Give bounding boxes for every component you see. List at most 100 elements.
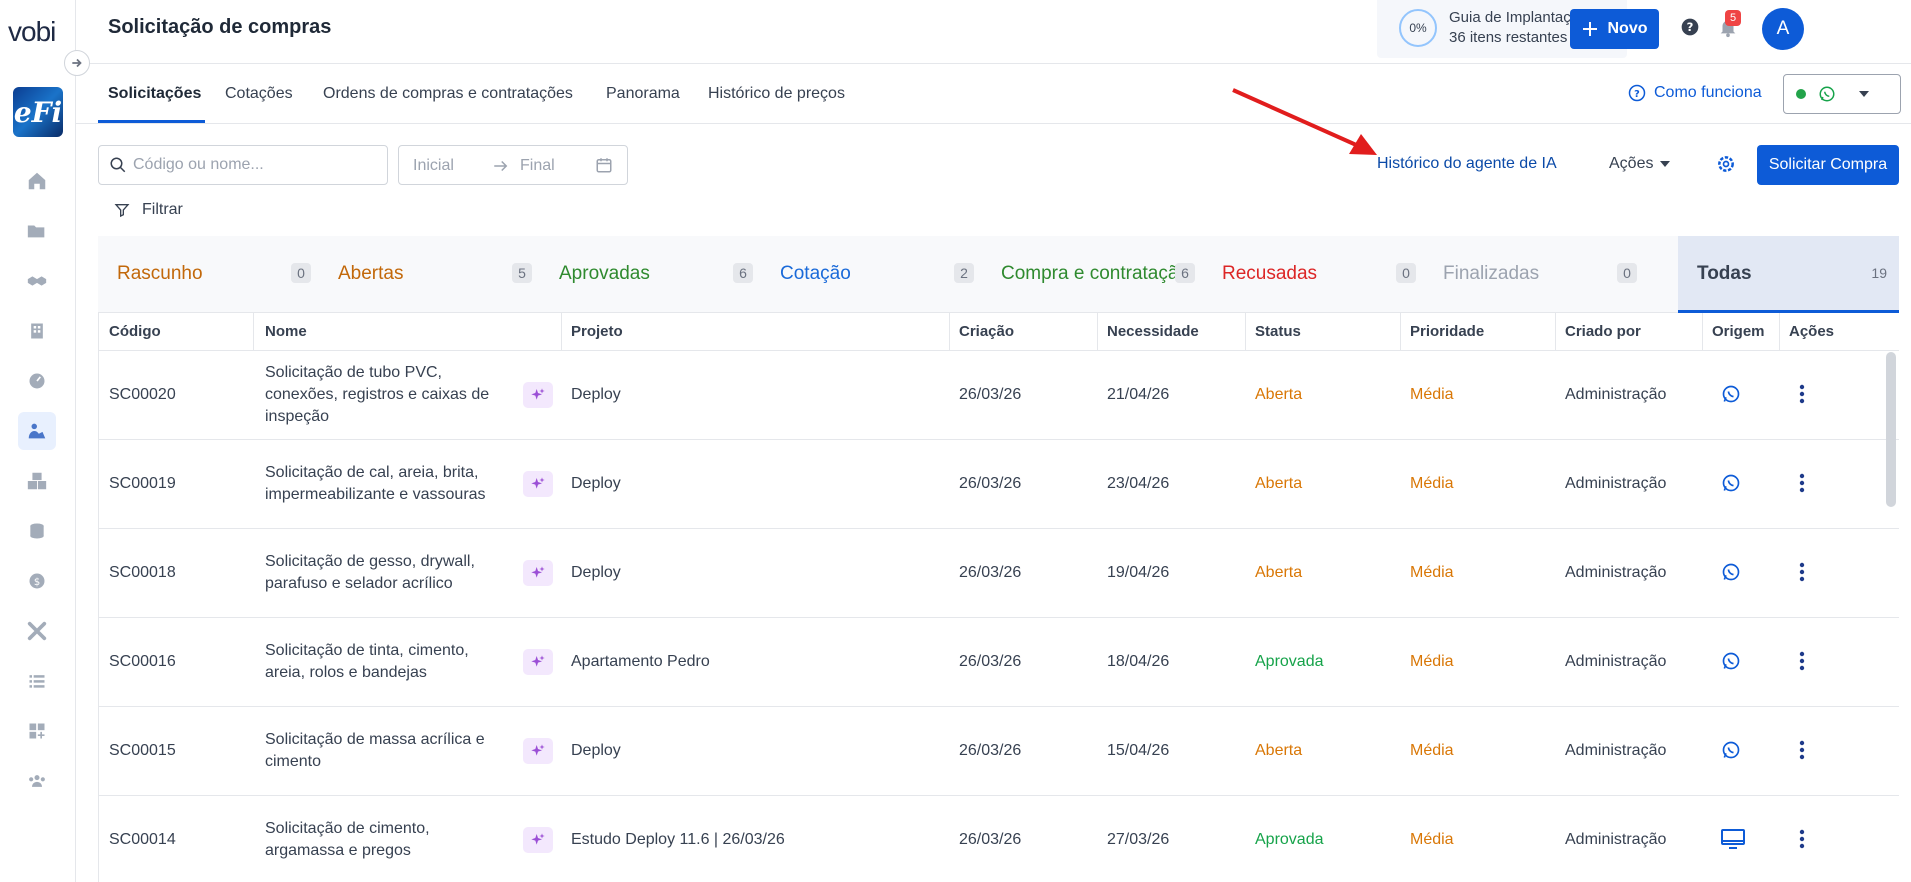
project-name[interactable]: Deploy — [571, 742, 621, 760]
new-button[interactable]: Novo — [1570, 9, 1659, 49]
grid-add-icon[interactable] — [18, 712, 56, 750]
date-start[interactable]: Inicial — [413, 157, 454, 175]
coins-icon[interactable] — [18, 512, 56, 550]
status-tab-abertas[interactable]: Abertas 5 — [319, 236, 540, 313]
request-code[interactable]: SC00019 — [109, 475, 176, 493]
whatsapp-icon — [1721, 473, 1741, 498]
help-icon[interactable]: ? — [1680, 17, 1700, 37]
filter-button[interactable]: Filtrar — [114, 201, 183, 219]
request-code[interactable]: SC00014 — [109, 831, 176, 849]
status-tab-compra-e-contratação[interactable]: Compra e contratação 6 — [982, 236, 1203, 313]
como-funciona-link[interactable]: ? Como funciona — [1628, 84, 1762, 102]
status-tab-finalizadas[interactable]: Finalizadas 0 — [1424, 236, 1645, 313]
dollar-icon[interactable]: $ — [18, 562, 56, 600]
request-name[interactable]: Solicitação de massa acrílica e cimento — [265, 729, 505, 773]
column-header[interactable]: Ações — [1789, 323, 1834, 340]
folder-icon[interactable] — [18, 212, 56, 250]
table-row[interactable]: SC00020 Solicitação de tubo PVC, conexõe… — [99, 351, 1899, 440]
gauge-icon[interactable] — [18, 362, 56, 400]
list-icon[interactable] — [18, 662, 56, 700]
avatar[interactable]: A — [1762, 8, 1804, 50]
home-icon[interactable] — [18, 162, 56, 200]
request-name[interactable]: Solicitação de tinta, cimento, areia, ro… — [265, 640, 505, 684]
more-options-icon[interactable] — [1799, 384, 1805, 409]
vobi-logo[interactable]: vobi — [8, 16, 56, 48]
date-range-picker[interactable]: Inicial Final — [398, 145, 628, 185]
request-name[interactable]: Solicitação de tubo PVC, conexões, regis… — [265, 362, 505, 428]
tools-icon[interactable] — [18, 612, 56, 650]
status-tab-rascunho[interactable]: Rascunho 0 — [98, 236, 319, 313]
new-button-label: Novo — [1607, 20, 1648, 37]
more-options-icon[interactable] — [1799, 740, 1805, 765]
status-tab-label: Cotação — [780, 263, 851, 284]
status-tab-recusadas[interactable]: Recusadas 0 — [1203, 236, 1424, 313]
table-row[interactable]: SC00015 Solicitação de massa acrílica e … — [99, 707, 1899, 796]
tab-solicitacoes[interactable]: Solicitações — [108, 85, 201, 103]
collapse-sidebar-button[interactable] — [64, 50, 90, 76]
ai-history-link[interactable]: Histórico do agente de IA — [1377, 155, 1557, 173]
column-header[interactable]: Projeto — [571, 323, 623, 340]
date-end[interactable]: Final — [520, 157, 555, 175]
ai-sparkle-icon — [523, 738, 553, 764]
project-name[interactable]: Deploy — [571, 475, 621, 493]
needed-date: 21/04/26 — [1107, 386, 1170, 403]
request-code[interactable]: SC00018 — [109, 564, 176, 582]
company-logo[interactable]: eFi — [13, 87, 63, 137]
status-tab-aprovadas[interactable]: Aprovadas 6 — [540, 236, 761, 313]
project-name[interactable]: Deploy — [571, 564, 621, 582]
project-name[interactable]: Apartamento Pedro — [571, 653, 710, 671]
worker-icon[interactable] — [18, 412, 56, 450]
request-name[interactable]: Solicitação de gesso, drywall, parafuso … — [265, 551, 505, 595]
request-name[interactable]: Solicitação de cimento, argamassa e preg… — [265, 818, 505, 862]
filter-label: Filtrar — [142, 201, 183, 218]
status-badge: Aberta — [1255, 564, 1303, 581]
whatsapp-status-select[interactable] — [1783, 74, 1901, 114]
project-name[interactable]: Estudo Deploy 11.6 | 26/03/26 — [571, 831, 785, 849]
status-tab-label: Abertas — [338, 263, 404, 284]
status-tab-label: Recusadas — [1222, 263, 1318, 284]
table-scrollbar[interactable] — [1886, 352, 1896, 507]
project-name[interactable]: Deploy — [571, 386, 621, 404]
more-options-icon[interactable] — [1799, 651, 1805, 676]
column-header[interactable]: Necessidade — [1107, 323, 1199, 340]
team-icon[interactable] — [18, 762, 56, 800]
status-tab-cotação[interactable]: Cotação 2 — [761, 236, 982, 313]
needed-date: 19/04/26 — [1107, 564, 1170, 581]
search-input[interactable] — [133, 156, 373, 174]
table-row[interactable]: SC00018 Solicitação de gesso, drywall, p… — [99, 529, 1899, 618]
created-by: Administração — [1565, 386, 1667, 403]
gear-icon[interactable] — [1716, 154, 1736, 174]
building-icon[interactable] — [18, 312, 56, 350]
created-date: 26/03/26 — [959, 653, 1022, 670]
table-row[interactable]: SC00016 Solicitação de tinta, cimento, a… — [99, 618, 1899, 707]
tab-ordens[interactable]: Ordens de compras e contratações — [323, 85, 573, 103]
request-name[interactable]: Solicitação de cal, areia, brita, imperm… — [265, 462, 505, 506]
tab-historico-precos[interactable]: Histórico de preços — [708, 85, 845, 103]
column-header[interactable]: Prioridade — [1410, 323, 1484, 340]
search-field[interactable] — [98, 145, 388, 185]
status-tab-todas[interactable]: Todas 19 — [1678, 236, 1899, 313]
actions-dropdown[interactable]: Ações — [1609, 155, 1671, 173]
status-badge: Aprovada — [1255, 653, 1324, 670]
more-options-icon[interactable] — [1799, 562, 1805, 587]
tab-cotacoes[interactable]: Cotações — [225, 85, 293, 103]
request-code[interactable]: SC00020 — [109, 386, 176, 404]
handshake-icon[interactable] — [18, 262, 56, 300]
column-divider — [1097, 313, 1098, 351]
boxes-icon[interactable] — [18, 462, 56, 500]
more-options-icon[interactable] — [1799, 829, 1805, 854]
column-header[interactable]: Nome — [265, 323, 307, 340]
request-code[interactable]: SC00016 — [109, 653, 176, 671]
column-header[interactable]: Status — [1255, 323, 1301, 340]
needed-date: 23/04/26 — [1107, 475, 1170, 492]
tab-panorama[interactable]: Panorama — [606, 85, 680, 103]
table-row[interactable]: SC00019 Solicitação de cal, areia, brita… — [99, 440, 1899, 529]
column-header[interactable]: Criado por — [1565, 323, 1641, 340]
request-purchase-button[interactable]: Solicitar Compra — [1757, 145, 1899, 185]
more-options-icon[interactable] — [1799, 473, 1805, 498]
table-row[interactable]: SC00014 Solicitação de cimento, argamass… — [99, 796, 1899, 882]
column-header[interactable]: Criação — [959, 323, 1014, 340]
column-header[interactable]: Código — [109, 323, 161, 340]
request-code[interactable]: SC00015 — [109, 742, 176, 760]
column-header[interactable]: Origem — [1712, 323, 1765, 340]
